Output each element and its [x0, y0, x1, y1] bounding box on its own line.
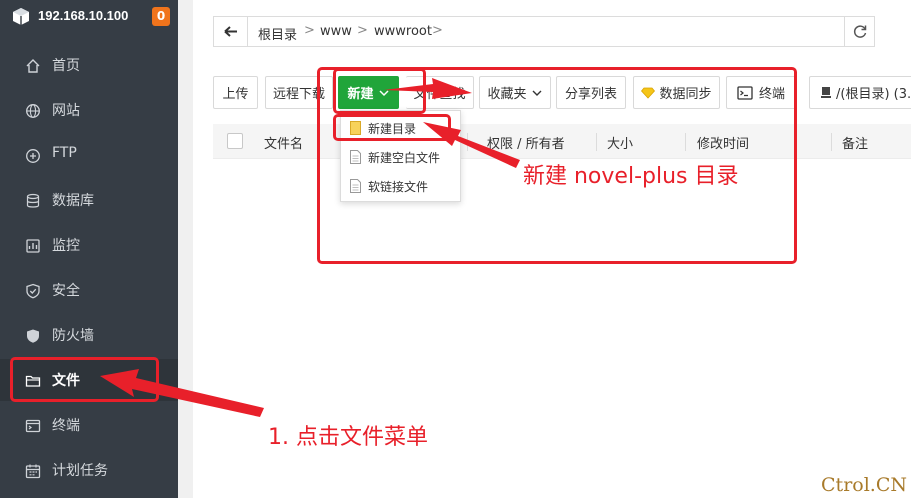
- database-icon: [26, 193, 40, 208]
- disk-icon: [821, 87, 831, 98]
- refresh-button[interactable]: [844, 17, 874, 46]
- breadcrumb-separator: >: [357, 23, 368, 38]
- disk-selector-button[interactable]: /(根目录) (3.50: [809, 76, 911, 109]
- sidebar-item-security[interactable]: 安全: [0, 269, 178, 311]
- sidebar-item-ftp[interactable]: FTP: [0, 134, 178, 176]
- column-header-modified[interactable]: 修改时间: [697, 133, 749, 152]
- column-divider: [596, 133, 597, 151]
- home-icon: [26, 59, 40, 73]
- annotation-click-file-note: 1. 点击文件菜单: [268, 425, 428, 450]
- watermark: Ctrol.CN: [821, 474, 907, 496]
- terminal-label: 终端: [758, 87, 785, 102]
- new-label: 新建: [347, 87, 374, 102]
- sidebar-item-website[interactable]: 网站: [0, 89, 178, 131]
- upload-button[interactable]: 上传: [213, 76, 258, 109]
- select-all-checkbox[interactable]: [227, 133, 243, 149]
- new-button[interactable]: 新建: [338, 76, 399, 109]
- share-list-label: 分享列表: [564, 87, 617, 102]
- breadcrumb-item-root[interactable]: 根目录: [258, 24, 297, 43]
- sidebar-item-label: 网站: [52, 103, 80, 119]
- sidebar-header: 192.168.10.100 0: [0, 0, 178, 34]
- find-file-button[interactable]: 文件查找: [406, 76, 474, 109]
- sidebar-item-home[interactable]: 首页: [0, 44, 178, 86]
- breadcrumb-item-wwwroot[interactable]: wwwroot: [374, 24, 432, 39]
- sidebar-item-firewall[interactable]: 防火墙: [0, 314, 178, 356]
- file-icon: [350, 150, 361, 164]
- menu-item-label: 新建目录: [368, 122, 417, 136]
- sidebar-item-monitor[interactable]: 监控: [0, 224, 178, 266]
- sidebar-item-label: 数据库: [52, 193, 94, 209]
- remote-download-label: 远程下载: [272, 87, 325, 102]
- sidebar: 192.168.10.100 0 首页 网站 FTP 数据库 监控 安全 防火墙…: [0, 0, 178, 498]
- column-header-permission[interactable]: 权限 / 所有者: [487, 133, 565, 152]
- sidebar-item-label: FTP: [52, 145, 77, 161]
- sidebar-item-label: 终端: [52, 418, 80, 434]
- column-divider: [685, 133, 686, 151]
- sidebar-item-files[interactable]: 文件: [0, 359, 178, 401]
- remote-download-button[interactable]: 远程下载: [265, 76, 333, 109]
- column-divider: [467, 133, 468, 151]
- menu-item-label: 新建空白文件: [368, 151, 441, 165]
- sidebar-item-label: 首页: [52, 58, 80, 74]
- favorites-button[interactable]: 收藏夹: [479, 76, 551, 109]
- find-file-label: 文件查找: [413, 87, 466, 102]
- server-address: 192.168.10.100: [38, 8, 129, 23]
- calendar-icon: [25, 464, 41, 479]
- column-header-remarks[interactable]: 备注: [842, 133, 868, 152]
- sidebar-item-label: 监控: [52, 238, 80, 254]
- data-sync-button[interactable]: 数据同步: [633, 76, 720, 109]
- terminal-icon: [25, 419, 41, 433]
- sidebar-item-cron[interactable]: 计划任务: [0, 449, 178, 491]
- firewall-icon: [27, 329, 39, 343]
- upload-label: 上传: [222, 87, 249, 102]
- column-header-filename[interactable]: 文件名: [264, 133, 303, 152]
- data-sync-label: 数据同步: [659, 87, 712, 102]
- monitor-icon: [26, 239, 40, 253]
- sidebar-item-label: 安全: [52, 283, 80, 299]
- column-header-size[interactable]: 大小: [607, 133, 633, 152]
- menu-item-label: 软链接文件: [368, 180, 429, 194]
- menu-item-symlink-file[interactable]: 软链接文件: [341, 172, 460, 200]
- new-dropdown-menu: 新建目录 新建空白文件 软链接文件: [340, 110, 461, 202]
- favorites-label: 收藏夹: [487, 87, 527, 102]
- refresh-icon: [853, 25, 867, 38]
- column-divider: [831, 133, 832, 151]
- sidebar-item-database[interactable]: 数据库: [0, 179, 178, 221]
- terminal-button[interactable]: 终端: [726, 76, 796, 109]
- annotation-new-directory-note: 新建 novel-plus 目录: [523, 164, 739, 189]
- breadcrumb: 根目录 > www > wwwroot >: [213, 16, 875, 47]
- file-icon: [350, 179, 361, 193]
- chevron-down-icon: [378, 89, 389, 96]
- sidebar-item-terminal[interactable]: 终端: [0, 404, 178, 446]
- menu-item-new-directory[interactable]: 新建目录: [341, 114, 460, 142]
- server-logo-icon: [13, 8, 29, 25]
- breadcrumb-separator: >: [432, 23, 443, 38]
- ftp-icon: [26, 149, 40, 163]
- file-table-header: 文件名 权限 / 所有者 大小 修改时间 备注: [213, 124, 911, 159]
- folder-icon: [25, 375, 41, 387]
- sidebar-item-label: 计划任务: [52, 463, 108, 479]
- arrow-left-icon: [224, 26, 237, 37]
- sidebar-item-label: 防火墙: [52, 328, 94, 344]
- menu-item-new-blank-file[interactable]: 新建空白文件: [341, 143, 460, 171]
- share-list-button[interactable]: 分享列表: [556, 76, 626, 109]
- breadcrumb-separator: >: [304, 23, 315, 38]
- diamond-icon: [641, 87, 656, 99]
- sidebar-item-label: 文件: [52, 373, 80, 389]
- breadcrumb-item-www[interactable]: www: [320, 24, 352, 39]
- notification-badge[interactable]: 0: [152, 7, 170, 26]
- chevron-down-icon: [532, 90, 541, 96]
- globe-icon: [26, 104, 40, 118]
- shield-icon: [26, 283, 40, 299]
- terminal-icon: [737, 85, 753, 100]
- disk-label: /(根目录) (3.50: [836, 87, 911, 102]
- back-button[interactable]: [214, 17, 248, 46]
- folder-icon: [350, 121, 361, 135]
